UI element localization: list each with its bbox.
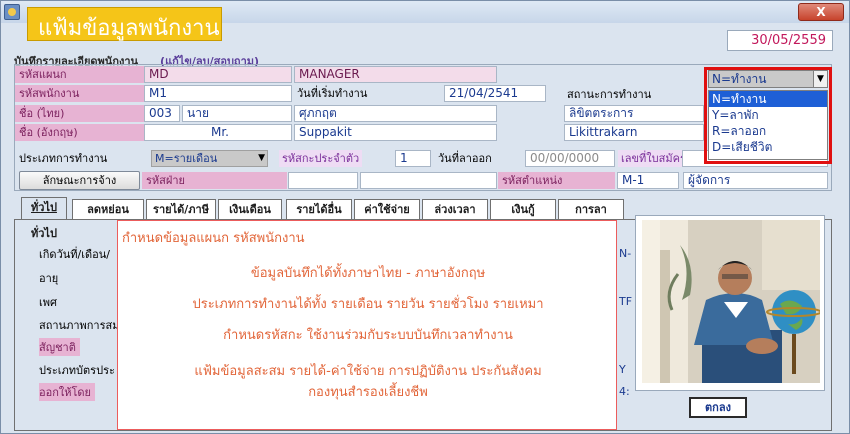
issued-by-label: ออกให้โดย [39,383,95,401]
glimpse-text: 4: [619,385,630,398]
tab-salary[interactable]: เงินเดือน [218,199,282,219]
name-en-label: ชื่อ (อังกฤษ) [15,124,145,141]
dept-code-field[interactable]: MD [144,66,292,83]
overlay-line: ข้อมูลบันทึกได้ทั้งภาษาไทย - ภาษาอังกฤษ [250,266,486,281]
card-field[interactable]: 1 [395,150,431,167]
first-name-th-field[interactable]: ศุภกฤต [294,105,497,122]
first-name-en-field[interactable]: Suppakit [294,124,497,141]
position-label: รหัสตำแหน่ง [498,172,615,189]
tab-income-tax[interactable]: รายได้/ภาษี [146,199,216,219]
employee-window: X แฟ้มข้อมูลพนักงาน 30/05/2559 บันทึกราย… [0,0,850,434]
tab-overtime[interactable]: ล่วงเวลา [422,199,488,219]
worktype-select[interactable]: M=รายเดือน ▼ [151,150,268,167]
sex-label: เพศ [39,296,57,309]
tab-other-income[interactable]: รายได้อื่น [286,199,352,219]
last-name-th-field[interactable]: ลิขิตตระการ [564,105,704,122]
tab-loan[interactable]: เงินกู้ [490,199,556,219]
status-label: สถานะการทำงาน [567,88,652,101]
tab-expense[interactable]: ค่าใช้จ่าย [354,199,420,219]
start-date-field[interactable]: 21/04/2541 [444,85,546,102]
general-section-title: ทั่วไป [31,227,57,240]
app-icon [4,4,20,20]
worktype-value: M=รายเดือน [155,152,218,165]
marital-label: สถานภาพการสม [39,319,120,332]
prefix-th-field: นาย [182,105,292,122]
chevron-down-icon: ▼ [258,153,265,163]
tab-general[interactable]: ทั่วไป [21,197,67,219]
form-title-text: แฟ้มข้อมูลพนักงาน [38,16,220,41]
id-card-type-label: ประเภทบัตรประ [39,364,115,377]
ok-button[interactable]: ตกลง [689,397,747,418]
position-name-field: ผู้จัดการ [683,172,828,189]
dept-label: รหัสแผนก [15,66,145,83]
start-date-label: วันที่เริ่มทำงาน [297,87,368,100]
division-code-field[interactable] [288,172,358,189]
birth-label: เกิดวันที่/เดือน/ [39,248,110,261]
name-th-label: ชื่อ (ไทย) [15,105,145,122]
apply-label: เลขที่ใบสมัคร [618,150,689,167]
overlay-line: ประเภทการทำงานได้ทั้ง รายเดือน รายวัน รา… [192,297,544,312]
current-date: 30/05/2559 [727,30,833,51]
info-overlay: กำหนดข้อมูลแผนก รหัสพนักงาน ข้อมูลบันทึก… [117,220,617,430]
leave-date-label: วันที่ลาออก [438,152,492,165]
overlay-line: กำหนดรหัสกะ ใช้งานร่วมกับระบบบันทึกเวลาท… [223,328,513,343]
status-highlight-box [704,67,832,164]
emp-code-field[interactable]: M1 [144,85,292,102]
overlay-line: กองทุนสำรองเลี้ยงชีพ [308,385,428,400]
age-label: อายุ [39,272,59,285]
worktype-label: ประเภทการทำงาน [19,152,108,165]
form-title: แฟ้มข้อมูลพนักงาน [27,7,222,41]
prefix-en-field: Mr. [144,124,292,141]
overlay-line: กำหนดข้อมูลแผนก รหัสพนักงาน [122,231,305,246]
employee-photo [642,220,820,383]
tab-leave[interactable]: การลา [558,199,624,219]
overlay-line: แฟ้มข้อมูลสะสม รายได้-ค่าใช้จ่าย การปฏิบ… [194,364,542,379]
prefix-code-field[interactable]: 003 [144,105,180,122]
dept-name-field: MANAGER [294,66,497,83]
nationality-label: สัญชาติ [39,338,80,356]
position-code-field[interactable]: M-1 [617,172,679,189]
close-button[interactable]: X [798,3,844,21]
division-name-field [360,172,497,189]
hire-type-button[interactable]: ลักษณะการจ้าง [19,171,140,190]
tab-deduction[interactable]: ลดหย่อน [72,199,144,219]
glimpse-text: N- [619,247,632,260]
employee-photo-image [642,220,820,383]
glimpse-text: Y [619,363,626,376]
card-label: รหัสกะประจำตัว [279,150,363,167]
emp-code-label: รหัสพนักงาน [15,85,145,102]
glimpse-text: TF [619,295,633,308]
division-label: รหัสฝ่าย [142,172,287,189]
last-name-en-field[interactable]: Likittrakarn [564,124,704,141]
leave-date-field[interactable]: 00/00/0000 [525,150,615,167]
